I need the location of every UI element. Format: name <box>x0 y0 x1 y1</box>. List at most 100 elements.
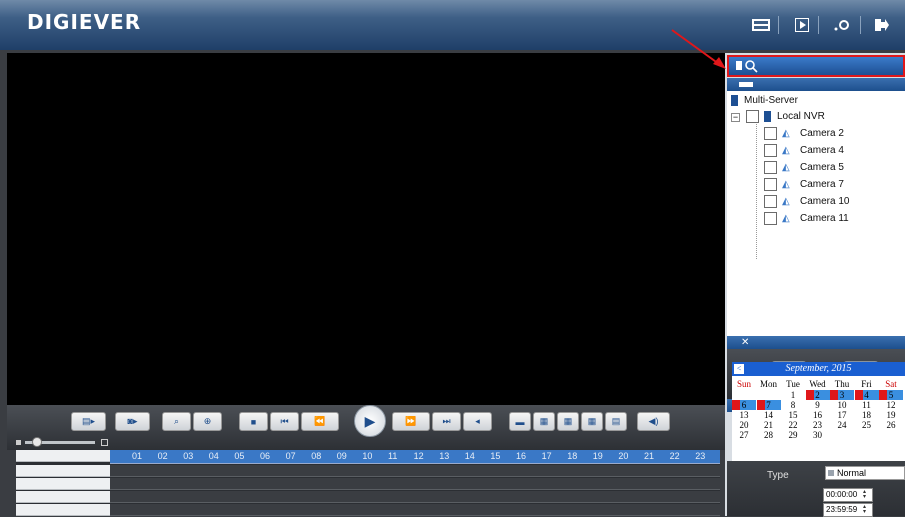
camera-icon: ◭ <box>782 144 790 156</box>
camera-item[interactable]: ◭ Camera 4 <box>764 144 844 157</box>
calendar-day[interactable]: 27 <box>732 430 756 440</box>
start-time-value: 00:00:00 <box>826 490 858 499</box>
tree-root[interactable]: Multi-Server <box>731 95 798 106</box>
search-device-icon <box>736 60 758 73</box>
playback-icon[interactable] <box>793 17 811 33</box>
collapse-icon[interactable]: − <box>731 113 740 122</box>
nine-view-icon[interactable]: ▦ <box>557 412 579 431</box>
calendar-day[interactable]: 8 <box>781 400 805 410</box>
timeline-hour-label: 05 <box>234 451 245 461</box>
timeline-row[interactable] <box>110 504 720 516</box>
calendar-day[interactable]: 16 <box>806 410 830 420</box>
slider-handle[interactable] <box>32 437 42 447</box>
sixteen-view-icon[interactable]: ▦ <box>581 412 603 431</box>
calendar-day[interactable]: 1 <box>781 390 805 400</box>
calendar-day[interactable]: 25 <box>855 420 879 430</box>
camera-checkbox[interactable] <box>764 144 777 157</box>
video-display[interactable] <box>7 53 725 405</box>
prev-month-button[interactable]: < <box>734 364 744 374</box>
timeline-row[interactable] <box>110 478 720 490</box>
timeline-row[interactable] <box>110 465 720 477</box>
calendar-day[interactable]: 4 <box>854 390 879 400</box>
calendar-day[interactable]: 20 <box>732 420 756 430</box>
camera-checkbox[interactable] <box>764 178 777 191</box>
custom-view-icon[interactable]: ▤ <box>605 412 627 431</box>
snapshot-icon[interactable]: ◙▸ <box>115 412 150 431</box>
calendar-day[interactable]: 5 <box>879 390 903 400</box>
quad-view-icon[interactable]: ▦ <box>533 412 555 431</box>
camera-item[interactable]: ◭ Camera 11 <box>764 212 849 225</box>
camera-label: Camera 11 <box>800 213 849 224</box>
calendar-day[interactable]: 11 <box>855 400 879 410</box>
calendar-day[interactable]: 23 <box>806 420 830 430</box>
rewind-icon[interactable]: ⏪ <box>301 412 339 431</box>
calendar-day[interactable]: 12 <box>879 400 903 410</box>
fast-forward-icon[interactable]: ⏩ <box>392 412 430 431</box>
calendar-day[interactable]: 10 <box>830 400 854 410</box>
camera-item[interactable]: ◭ Camera 10 <box>764 195 849 208</box>
search-tab-header[interactable] <box>727 55 905 77</box>
calendar-day[interactable]: 3 <box>830 390 854 400</box>
search-icon[interactable]: ⌕ <box>162 412 191 431</box>
back-icon[interactable]: ◂ <box>463 412 492 431</box>
calendar-day[interactable]: 29 <box>781 430 805 440</box>
calendar-day[interactable]: 17 <box>830 410 854 420</box>
type-label: Type <box>767 470 789 481</box>
start-time-input[interactable]: 00:00:00 ▴ ▾ <box>823 488 873 502</box>
volume-icon[interactable]: ◀) <box>637 412 670 431</box>
type-select[interactable]: Normal <box>825 466 905 480</box>
tree-nvr[interactable]: Local NVR <box>746 110 825 123</box>
play-button[interactable]: ▶ <box>354 405 386 437</box>
zoom-out-icon <box>16 440 21 445</box>
calendar-day[interactable]: 22 <box>781 420 805 430</box>
calendar-day[interactable]: 15 <box>781 410 805 420</box>
zoom-in-icon[interactable]: ⊕ <box>193 412 222 431</box>
camera-checkbox[interactable] <box>764 212 777 225</box>
calendar-day[interactable]: 21 <box>757 420 781 430</box>
tree-nvr-label: Local NVR <box>777 111 825 122</box>
calendar-day[interactable]: 14 <box>757 410 781 420</box>
camera-item[interactable]: ◭ Camera 2 <box>764 127 844 140</box>
timeline-hour-label: 02 <box>157 451 168 461</box>
single-view-icon[interactable]: ▬ <box>509 412 531 431</box>
camera-item[interactable]: ◭ Camera 5 <box>764 161 844 174</box>
timeline[interactable]: 01 02 03 04 05 06 07 08 09 10 11 12 13 14 15 16 17 18 19 20… <box>16 450 720 516</box>
prev-frame-icon[interactable]: ⏮ <box>270 412 299 431</box>
settings-icon[interactable] <box>833 17 851 33</box>
calendar-day[interactable]: 18 <box>855 410 879 420</box>
calendar-day[interactable]: 2 <box>805 390 830 400</box>
logout-icon[interactable] <box>873 17 891 33</box>
camera-item[interactable]: ◭ Camera 7 <box>764 178 844 191</box>
timeline-hour-label: 09 <box>336 451 347 461</box>
calendar-day[interactable]: 7 <box>756 400 781 410</box>
type-swatch <box>828 470 834 476</box>
calendar-day-of-week: Wed <box>809 379 826 389</box>
timeline-hour-label: 19 <box>592 451 603 461</box>
camera-label: Camera 10 <box>800 196 850 207</box>
calendar-day[interactable]: 30 <box>806 430 830 440</box>
camera-icon: ◭ <box>782 178 790 190</box>
calendar-day[interactable]: 19 <box>879 410 903 420</box>
layout-icon[interactable]: ▤▸ <box>71 412 106 431</box>
camera-checkbox[interactable] <box>764 195 777 208</box>
stop-icon[interactable]: ■ <box>239 412 268 431</box>
next-frame-icon[interactable]: ⏭ <box>432 412 461 431</box>
end-time-spinner[interactable]: ▴ ▾ <box>863 504 871 515</box>
timeline-row[interactable] <box>110 491 720 503</box>
calendar-day[interactable]: 26 <box>879 420 903 430</box>
calendar-day[interactable]: 6 <box>732 400 756 410</box>
camera-icon: ◭ <box>782 127 790 139</box>
camera-checkbox[interactable] <box>764 127 777 140</box>
live-view-icon[interactable] <box>752 17 770 33</box>
device-tree: Multi-Server − Local NVR ◭ Camera 2 ◭ Ca… <box>727 91 905 336</box>
separator <box>860 16 861 34</box>
calendar-day[interactable]: 28 <box>757 430 781 440</box>
calendar-day[interactable]: 9 <box>806 400 830 410</box>
start-time-spinner[interactable]: ▴ ▾ <box>863 489 871 500</box>
end-time-input[interactable]: 23:59:59 ▴ ▾ <box>823 503 873 517</box>
camera-checkbox[interactable] <box>764 161 777 174</box>
calendar-day[interactable]: 13 <box>732 410 756 420</box>
nvr-checkbox[interactable] <box>746 110 759 123</box>
camera-icon: ◭ <box>782 212 790 224</box>
calendar-day[interactable]: 24 <box>830 420 854 430</box>
